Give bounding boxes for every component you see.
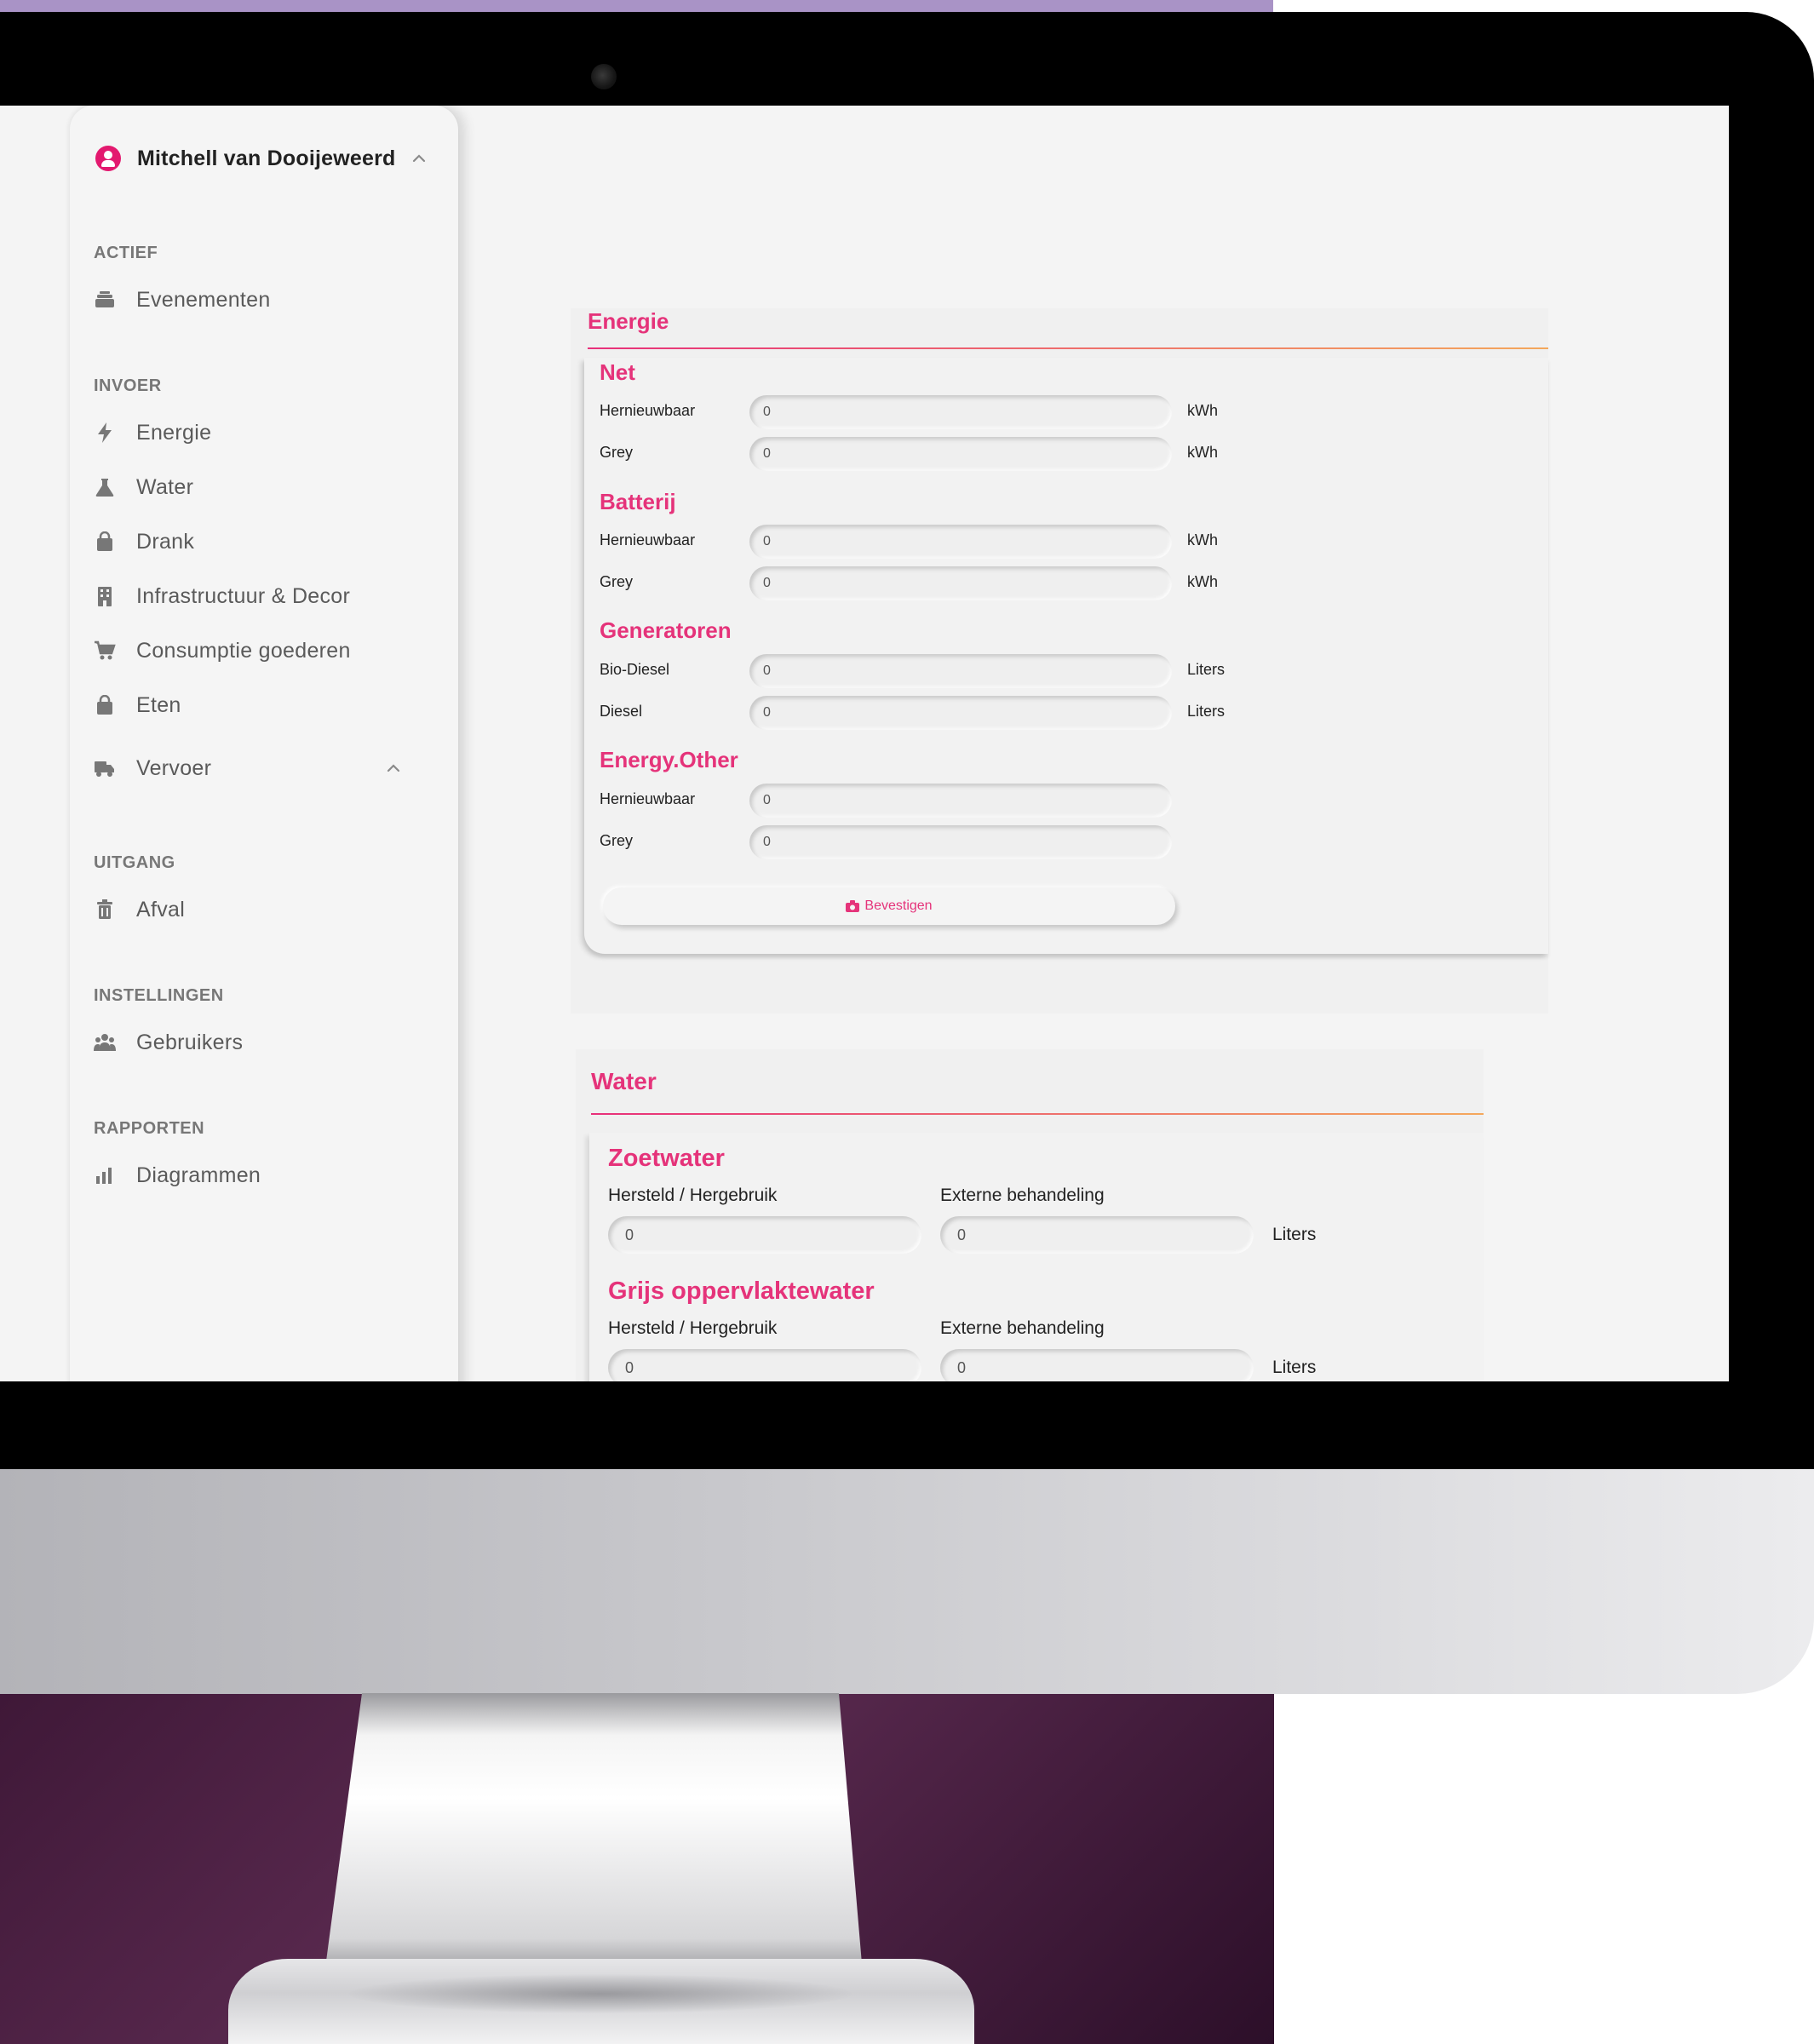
- sidebar-item-label: Water: [136, 474, 194, 499]
- generatoren-biodiesel-input[interactable]: [749, 654, 1172, 688]
- unit-label: Liters: [1272, 1358, 1317, 1377]
- sidebar-item-label: Evenementen: [136, 287, 271, 312]
- building-icon: [94, 585, 116, 607]
- zoetwater-extern-input[interactable]: [940, 1216, 1254, 1254]
- group-title-generatoren: Generatoren: [600, 617, 732, 643]
- sidebar-item-label: Drank: [136, 529, 195, 554]
- group-title-energy-other: Energy.Other: [600, 747, 738, 772]
- sidebar-item-label: Energie: [136, 420, 212, 445]
- field-label: Externe behandeling: [940, 1318, 1105, 1338]
- grijs-extern-input[interactable]: [940, 1349, 1254, 1381]
- user-icon: [95, 146, 121, 171]
- water-form: Zoetwater Hersteld / Hergebruik Externe …: [589, 1133, 1484, 1381]
- layers-icon: [94, 289, 116, 311]
- unit-label: kWh: [1187, 402, 1218, 419]
- user-menu[interactable]: Mitchell van Dooijeweerd: [95, 141, 433, 175]
- chevron-up-icon[interactable]: [410, 150, 428, 167]
- sidebar-item-water[interactable]: Water: [94, 468, 434, 506]
- field-label: Externe behandeling: [940, 1186, 1105, 1205]
- energy-card: Energie Net Hernieuwbaar kWh Grey kWh Ba…: [571, 308, 1548, 1013]
- net-grey-input[interactable]: [749, 437, 1172, 471]
- group-title-zoetwater: Zoetwater: [608, 1145, 725, 1172]
- user-name: Mitchell van Dooijeweerd: [137, 146, 396, 170]
- field-label: Diesel: [600, 703, 643, 720]
- field-label: Hersteld / Hergebruik: [608, 1318, 778, 1338]
- trash-icon: [94, 899, 116, 921]
- sidebar-item-eten[interactable]: Eten: [94, 686, 434, 724]
- sidebar-item-gebruikers[interactable]: Gebruikers: [94, 1024, 434, 1061]
- sidebar-item-label: Infrastructuur & Decor: [136, 583, 351, 608]
- background-wall: [0, 0, 1273, 12]
- users-icon: [94, 1031, 116, 1054]
- monitor-chin: [0, 1469, 1814, 1694]
- net-hernieuwbaar-input[interactable]: [749, 395, 1172, 429]
- chevron-up-icon[interactable]: [385, 760, 402, 777]
- field-label: Hernieuwbaar: [600, 402, 696, 419]
- energy-title: Energie: [588, 308, 669, 334]
- unit-label: kWh: [1187, 531, 1218, 548]
- confirm-button[interactable]: Bevestigen: [603, 887, 1175, 925]
- sidebar-item-energie[interactable]: Energie: [94, 414, 434, 451]
- sidebar-item-afval[interactable]: Afval: [94, 891, 434, 928]
- other-grey-input[interactable]: [749, 825, 1172, 859]
- bag-icon: [94, 694, 116, 716]
- truck-icon: [94, 757, 116, 779]
- field-label: Grey: [600, 573, 634, 590]
- group-title-batterij: Batterij: [600, 489, 676, 514]
- section-rapporten: RAPPORTEN: [94, 1119, 205, 1138]
- zoetwater-hersteld-input[interactable]: [608, 1216, 921, 1254]
- batterij-hernieuwbaar-input[interactable]: [749, 525, 1172, 559]
- section-uitgang: UITGANG: [94, 853, 175, 872]
- field-label: Hernieuwbaar: [600, 790, 696, 807]
- unit-label: Liters: [1187, 703, 1226, 720]
- bar-chart-icon: [94, 1164, 116, 1186]
- energy-title-underline: [588, 347, 1548, 349]
- sidebar-item-drank[interactable]: Drank: [94, 523, 434, 560]
- other-hernieuwbaar-input[interactable]: [749, 784, 1172, 818]
- section-instellingen: INSTELLINGEN: [94, 986, 224, 1005]
- water-title-underline: [591, 1113, 1484, 1115]
- sidebar-item-label: Afval: [136, 897, 186, 922]
- generatoren-diesel-input[interactable]: [749, 696, 1172, 730]
- sidebar-item-diagrammen[interactable]: Diagrammen: [94, 1157, 434, 1194]
- sidebar-item-label: Eten: [136, 692, 181, 717]
- bag-icon: [94, 531, 116, 553]
- sidebar-item-vervoer[interactable]: Vervoer: [94, 749, 434, 787]
- section-actief: ACTIEF: [94, 244, 158, 262]
- group-title-grijs-oppervlaktewater: Grijs oppervlaktewater: [608, 1278, 875, 1305]
- field-label: Bio-Diesel: [600, 661, 670, 678]
- sidebar-item-label: Gebruikers: [136, 1030, 244, 1054]
- unit-label: Liters: [1272, 1225, 1317, 1244]
- water-title: Water: [591, 1068, 657, 1094]
- sidebar-item-label: Vervoer: [136, 755, 212, 780]
- unit-label: kWh: [1187, 573, 1218, 590]
- water-card: Water Zoetwater Hersteld / Hergebruik Ex…: [576, 1049, 1484, 1381]
- batterij-grey-input[interactable]: [749, 566, 1172, 600]
- sidebar-item-label: Diagrammen: [136, 1163, 261, 1187]
- camera-icon: [846, 900, 860, 912]
- group-title-net: Net: [600, 359, 635, 385]
- sidebar-item-evenementen[interactable]: Evenementen: [94, 281, 434, 319]
- field-label: Grey: [600, 444, 634, 461]
- sidebar-item-infrastructuur[interactable]: Infrastructuur & Decor: [94, 577, 434, 615]
- field-label: Hersteld / Hergebruik: [608, 1186, 778, 1205]
- stand-shadow: [349, 1974, 852, 2013]
- cart-icon: [94, 640, 116, 662]
- confirm-label: Bevestigen: [864, 899, 933, 913]
- section-invoer: INVOER: [94, 376, 162, 395]
- sidebar: Mitchell van Dooijeweerd ACTIEF Evenemen…: [70, 106, 458, 1381]
- unit-label: Liters: [1187, 661, 1226, 678]
- camera-icon: [591, 64, 617, 89]
- field-label: Hernieuwbaar: [600, 531, 696, 548]
- energy-form: Net Hernieuwbaar kWh Grey kWh Batterij H…: [584, 358, 1548, 954]
- grijs-hersteld-input[interactable]: [608, 1349, 921, 1381]
- flask-icon: [94, 476, 116, 498]
- unit-label: kWh: [1187, 444, 1218, 461]
- field-label: Grey: [600, 832, 634, 849]
- sidebar-item-label: Consumptie goederen: [136, 638, 351, 663]
- bolt-icon: [94, 422, 116, 444]
- app-screen: Mitchell van Dooijeweerd ACTIEF Evenemen…: [0, 106, 1729, 1381]
- sidebar-item-consumptie[interactable]: Consumptie goederen: [94, 632, 434, 669]
